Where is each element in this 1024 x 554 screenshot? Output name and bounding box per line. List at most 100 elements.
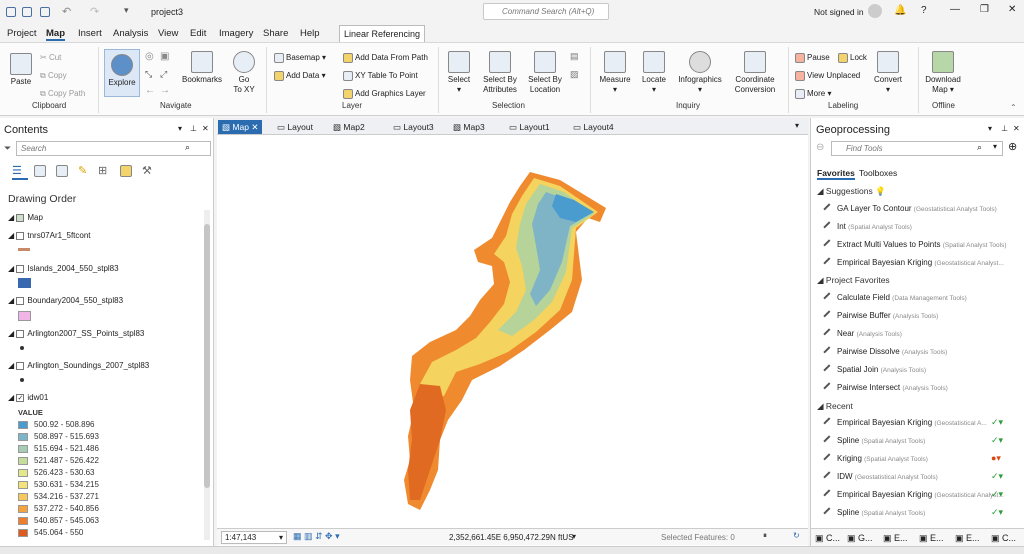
layer-visibility-checkbox[interactable]	[16, 264, 25, 273]
recent-tool[interactable]: Empirical Bayesian Kriging (Geostatistic…	[823, 417, 987, 429]
pane-tab-e2[interactable]: ▣ E...	[919, 533, 944, 544]
layer-visibility-checkbox[interactable]	[16, 231, 25, 240]
scale-selector[interactable]: 1:47,143 ▾	[221, 531, 287, 544]
fixed-zoom-in-icon[interactable]: ⤡	[145, 69, 152, 80]
select-by-attributes-button[interactable]: Select By Attributes	[480, 51, 520, 95]
pause-labeling-button[interactable]: Pause	[795, 53, 830, 63]
contents-search-input[interactable]: Search	[16, 141, 211, 156]
restore-icon[interactable]: ❐	[980, 4, 989, 15]
basemap-button[interactable]: Basemap ▾	[274, 53, 326, 63]
copy-path-button[interactable]: ⧉ Copy Path	[40, 89, 85, 99]
data-source-icon[interactable]	[34, 165, 46, 177]
measure-button[interactable]: Measure ▾	[597, 51, 633, 95]
bookmarks-button[interactable]: Bookmarks	[180, 51, 224, 85]
signin-status[interactable]: Not signed in	[814, 7, 864, 17]
locate-button[interactable]: Locate ▾	[639, 51, 669, 95]
tab-layout[interactable]: ▭ Layout	[273, 120, 317, 134]
download-map-button[interactable]: Download Map ▾	[922, 51, 964, 95]
redo-icon[interactable]: ↷	[90, 5, 99, 18]
menu-insert[interactable]: Insert	[78, 28, 102, 39]
layer-islands[interactable]: ◢ Islands_2004_550_stpl83	[8, 264, 119, 273]
tool-near[interactable]: Near (Analysis Tools)	[823, 328, 902, 340]
section-suggestions[interactable]: ◢ Suggestions 💡	[817, 186, 886, 197]
tool-ebk[interactable]: Empirical Bayesian Kriging (Geostatistic…	[823, 257, 1004, 269]
tab-layout1[interactable]: ▭ Layout1	[505, 120, 554, 134]
contents-scrollbar[interactable]	[204, 210, 210, 540]
tabs-overflow-icon[interactable]: ▾	[795, 121, 799, 130]
tab-map3[interactable]: ▧ Map3	[449, 120, 489, 134]
command-search-input[interactable]: Command Search (Alt+Q)	[483, 3, 609, 20]
pin-icon[interactable]: ⊥	[190, 124, 197, 133]
tab-toolboxes[interactable]: Toolboxes	[859, 168, 897, 178]
tool-extract-multi-values[interactable]: Extract Multi Values to Points (Spatial …	[823, 239, 1007, 251]
layer-visibility-checkbox[interactable]	[16, 296, 25, 305]
open-project-icon[interactable]	[22, 7, 32, 17]
pane-tab-geoprocessing[interactable]: ▣ G...	[847, 533, 873, 544]
add-data-from-path-button[interactable]: Add Data From Path	[343, 53, 428, 63]
menu-imagery[interactable]: Imagery	[219, 28, 253, 39]
xy-table-to-point-button[interactable]: XY Table To Point	[343, 71, 418, 81]
attributes-table-icon[interactable]: ▤	[570, 51, 579, 62]
add-icon[interactable]: ⊕	[1008, 140, 1017, 153]
menu-analysis[interactable]: Analysis	[113, 28, 148, 39]
pane-tab-e1[interactable]: ▣ E...	[883, 533, 908, 544]
labeling-icon[interactable]	[120, 165, 132, 177]
paste-button[interactable]: Paste	[8, 53, 34, 87]
lock-labeling-button[interactable]: Lock	[838, 53, 867, 63]
pin-icon[interactable]: ⊥	[1001, 124, 1008, 133]
menu-map[interactable]: Map	[46, 28, 65, 41]
add-graphics-layer-button[interactable]: Add Graphics Layer	[343, 89, 426, 99]
layer-visibility-checkbox[interactable]	[16, 361, 25, 370]
cut-button[interactable]: ✂ Cut	[40, 53, 61, 63]
pane-tab-c[interactable]: ▣ C...	[991, 533, 1016, 544]
layer-boundary[interactable]: ◢ Boundary2004_550_stpl83	[8, 296, 123, 305]
notifications-icon[interactable]: 🔔	[894, 5, 906, 16]
menu-edit[interactable]: Edit	[190, 28, 206, 39]
tab-linear-referencing[interactable]: Linear Referencing	[339, 25, 425, 42]
convert-button[interactable]: Convert ▾	[870, 51, 906, 95]
menu-project[interactable]: Project	[7, 28, 37, 39]
snapping-icon[interactable]: ⊞	[98, 164, 107, 177]
layer-visibility-checkbox[interactable]: ✓	[16, 393, 25, 402]
zoom-layer-icon[interactable]: ▣	[160, 51, 169, 62]
zoom-full-extent-icon[interactable]: ◎	[145, 51, 154, 62]
map-node[interactable]: ◢ Map	[8, 213, 43, 222]
clear-selection-icon[interactable]: ▨	[570, 69, 579, 80]
copy-button[interactable]: ⧉ Copy	[40, 71, 67, 81]
pane-tab-e3[interactable]: ▣ E...	[955, 533, 980, 544]
close-icon[interactable]: ✕	[1008, 4, 1016, 15]
refresh-icon[interactable]: ↻	[793, 531, 800, 540]
customize-toolbar-icon[interactable]: ▾	[124, 5, 129, 16]
close-pane-icon[interactable]: ✕	[202, 124, 209, 133]
tool-int[interactable]: Int (Spatial Analyst Tools)	[823, 221, 912, 233]
recent-tool[interactable]: Empirical Bayesian Kriging (Geostatistic…	[823, 489, 1004, 501]
chevron-down-icon[interactable]: ▾	[993, 142, 997, 151]
pane-options-icon[interactable]: ▾	[178, 124, 182, 133]
tool-pairwise-dissolve[interactable]: Pairwise Dissolve (Analysis Tools)	[823, 346, 947, 358]
tool-pairwise-buffer[interactable]: Pairwise Buffer (Analysis Tools)	[823, 310, 938, 322]
drawing-order-icon[interactable]: ☰	[12, 164, 28, 180]
select-by-location-button[interactable]: Select By Location	[526, 51, 564, 95]
selection-icon[interactable]	[56, 165, 68, 177]
menu-share[interactable]: Share	[263, 28, 288, 39]
editing-icon[interactable]: ✎	[78, 164, 87, 177]
filter-icon[interactable]: ⏷	[4, 143, 11, 154]
map-canvas[interactable]	[217, 135, 808, 528]
perspective-icon[interactable]: ⚒	[142, 164, 152, 177]
pane-options-icon[interactable]: ▾	[988, 124, 992, 133]
recent-tool[interactable]: Kriging (Spatial Analyst Tools)	[823, 453, 928, 465]
explore-button[interactable]: Explore	[104, 49, 140, 97]
previous-extent-icon[interactable]: ←	[145, 85, 155, 96]
menu-view[interactable]: View	[158, 28, 178, 39]
tab-map2[interactable]: ▧ Map2	[329, 120, 369, 134]
tab-layout3[interactable]: ▭ Layout3	[389, 120, 438, 134]
layer-arlington-soundings[interactable]: ◢ Arlington_Soundings_2007_stpl83	[8, 361, 149, 370]
tab-layout4[interactable]: ▭ Layout4	[569, 120, 618, 134]
menu-help[interactable]: Help	[300, 28, 320, 39]
add-data-button[interactable]: Add Data ▾	[274, 71, 326, 81]
tool-calculate-field[interactable]: Calculate Field (Data Management Tools)	[823, 292, 967, 304]
pause-drawing-icon[interactable]: ⏸	[763, 531, 767, 541]
layer-idw01[interactable]: ◢ ✓ idw01	[8, 393, 48, 402]
tab-map[interactable]: ▧ Map ✕	[218, 120, 263, 134]
coordinate-conversion-button[interactable]: Coordinate Conversion	[730, 51, 780, 95]
